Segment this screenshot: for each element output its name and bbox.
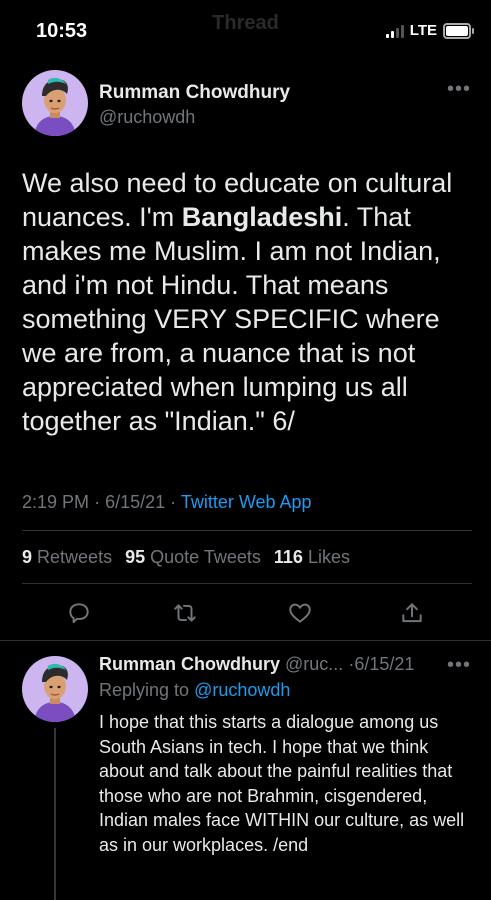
avatar[interactable] <box>22 70 88 136</box>
reply-text: I hope that this starts a dialogue among… <box>99 712 465 855</box>
retweets-label: Retweets <box>37 547 113 567</box>
quotes-count: 95 <box>125 547 146 567</box>
reply-icon[interactable] <box>62 596 96 630</box>
status-indicators: LTE <box>385 22 474 39</box>
share-icon[interactable] <box>395 596 429 630</box>
battery-icon <box>443 22 474 39</box>
divider <box>0 640 491 641</box>
meta-separator: · <box>94 492 101 512</box>
reply-author-name[interactable]: Rumman Chowdhury <box>99 654 280 674</box>
replying-mention-link[interactable]: @ruchowdh <box>194 680 290 700</box>
tweet-actions <box>0 596 491 630</box>
tweet-source-link[interactable]: Twitter Web App <box>181 492 312 512</box>
tweet-stats: 9 Retweets 95 Quote Tweets 116 Likes <box>22 547 350 568</box>
avatar-illustration <box>22 656 88 722</box>
more-horizontal-icon[interactable]: ••• <box>447 654 471 677</box>
signal-icon <box>385 24 404 38</box>
retweet-icon[interactable] <box>168 596 202 630</box>
quotes-stat[interactable]: 95 Quote Tweets <box>125 547 261 567</box>
thread-connector-line <box>54 728 56 900</box>
quotes-label: Quote Tweets <box>150 547 261 567</box>
tweet-time: 2:19 PM <box>22 492 90 512</box>
like-icon[interactable] <box>283 596 317 630</box>
tweet-text-part: . That makes me Muslim. I am not Indian,… <box>22 202 441 436</box>
retweets-count: 9 <box>22 547 33 567</box>
replying-to: Replying to @ruchowdh <box>99 680 290 701</box>
likes-label: Likes <box>307 547 350 567</box>
tweet-text-bold: Bangladeshi <box>181 202 343 232</box>
status-bar: Thread 10:53 LTE <box>0 0 491 62</box>
likes-count: 116 <box>273 547 303 567</box>
tweet-text: We also need to educate on cultural nuan… <box>22 166 472 438</box>
retweets-stat[interactable]: 9 Retweets <box>22 547 112 567</box>
tweet-date: 6/15/21 <box>105 492 166 512</box>
reply-date[interactable]: 6/15/21 <box>354 654 414 674</box>
likes-stat[interactable]: 116 Likes <box>274 547 350 567</box>
divider <box>22 583 472 584</box>
reply-header: Rumman Chowdhury @ruc... ·6/15/21 <box>99 654 414 675</box>
status-time: 10:53 <box>36 20 88 42</box>
avatar-illustration <box>22 70 88 136</box>
replying-label: Replying to <box>99 680 190 700</box>
divider <box>22 530 472 531</box>
more-horizontal-icon[interactable]: ••• <box>447 78 471 101</box>
author-name[interactable]: Rumman Chowdhury <box>99 82 290 104</box>
tweet-meta: 2:19 PM · 6/15/21 · Twitter Web App <box>22 492 312 513</box>
reply-author-handle[interactable]: @ruc... <box>285 654 343 674</box>
author-handle[interactable]: @ruchowdh <box>99 107 195 128</box>
network-type: LTE <box>409 22 437 39</box>
avatar[interactable] <box>22 656 88 722</box>
meta-separator: · <box>170 492 177 512</box>
